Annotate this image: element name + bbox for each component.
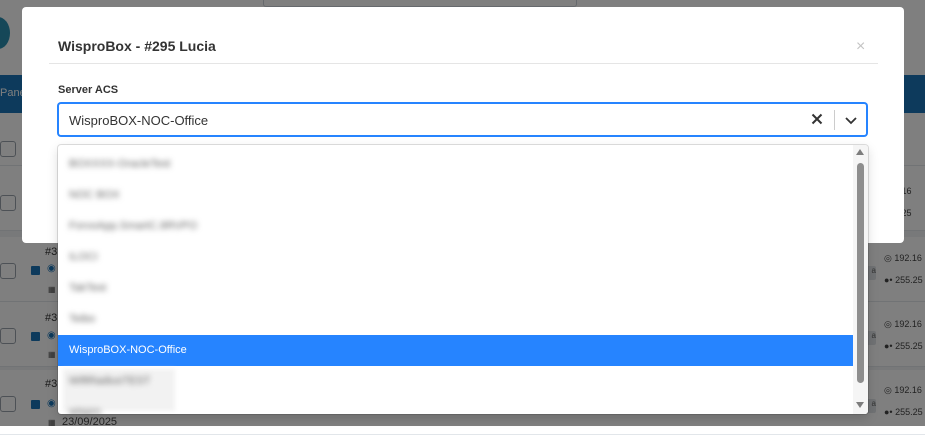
option-item[interactable]: Teibo xyxy=(58,304,853,335)
selected-value: WisproBOX-NOC-Office xyxy=(69,113,209,128)
scroll-up-arrow-icon[interactable] xyxy=(856,149,864,155)
server-acs-select[interactable]: WisproBOX-NOC-Office xyxy=(58,103,867,136)
chevron-down-icon[interactable] xyxy=(843,112,859,128)
option-item[interactable]: ForvoApp.SmartC.8RVPO xyxy=(58,211,853,242)
option-item[interactable]: wispro xyxy=(58,397,853,414)
option-item[interactable]: ILOCI xyxy=(58,242,853,273)
scrollbar-thumb[interactable] xyxy=(857,163,864,383)
option-item[interactable]: TakTest xyxy=(58,273,853,304)
option-item-selected[interactable]: WisproBOX-NOC-Office xyxy=(58,335,853,366)
dropdown-menu: BOXXXX-OracleTest NOC BOX ForvoApp.Smart… xyxy=(58,145,868,414)
x-icon[interactable] xyxy=(810,111,824,127)
scroll-down-arrow-icon[interactable] xyxy=(856,402,864,408)
option-item[interactable]: BOXXXX-OracleTest xyxy=(58,149,853,180)
option-item[interactable]: WiftRadiusTEST xyxy=(58,366,853,397)
server-acs-label: Server ACS xyxy=(58,84,119,96)
modal-divider xyxy=(49,63,878,64)
close-icon[interactable]: × xyxy=(856,38,865,56)
modal-title: WisproBox - #295 Lucia xyxy=(58,38,216,54)
indicator-separator xyxy=(834,110,835,130)
option-item[interactable]: NOC BOX xyxy=(58,180,853,211)
